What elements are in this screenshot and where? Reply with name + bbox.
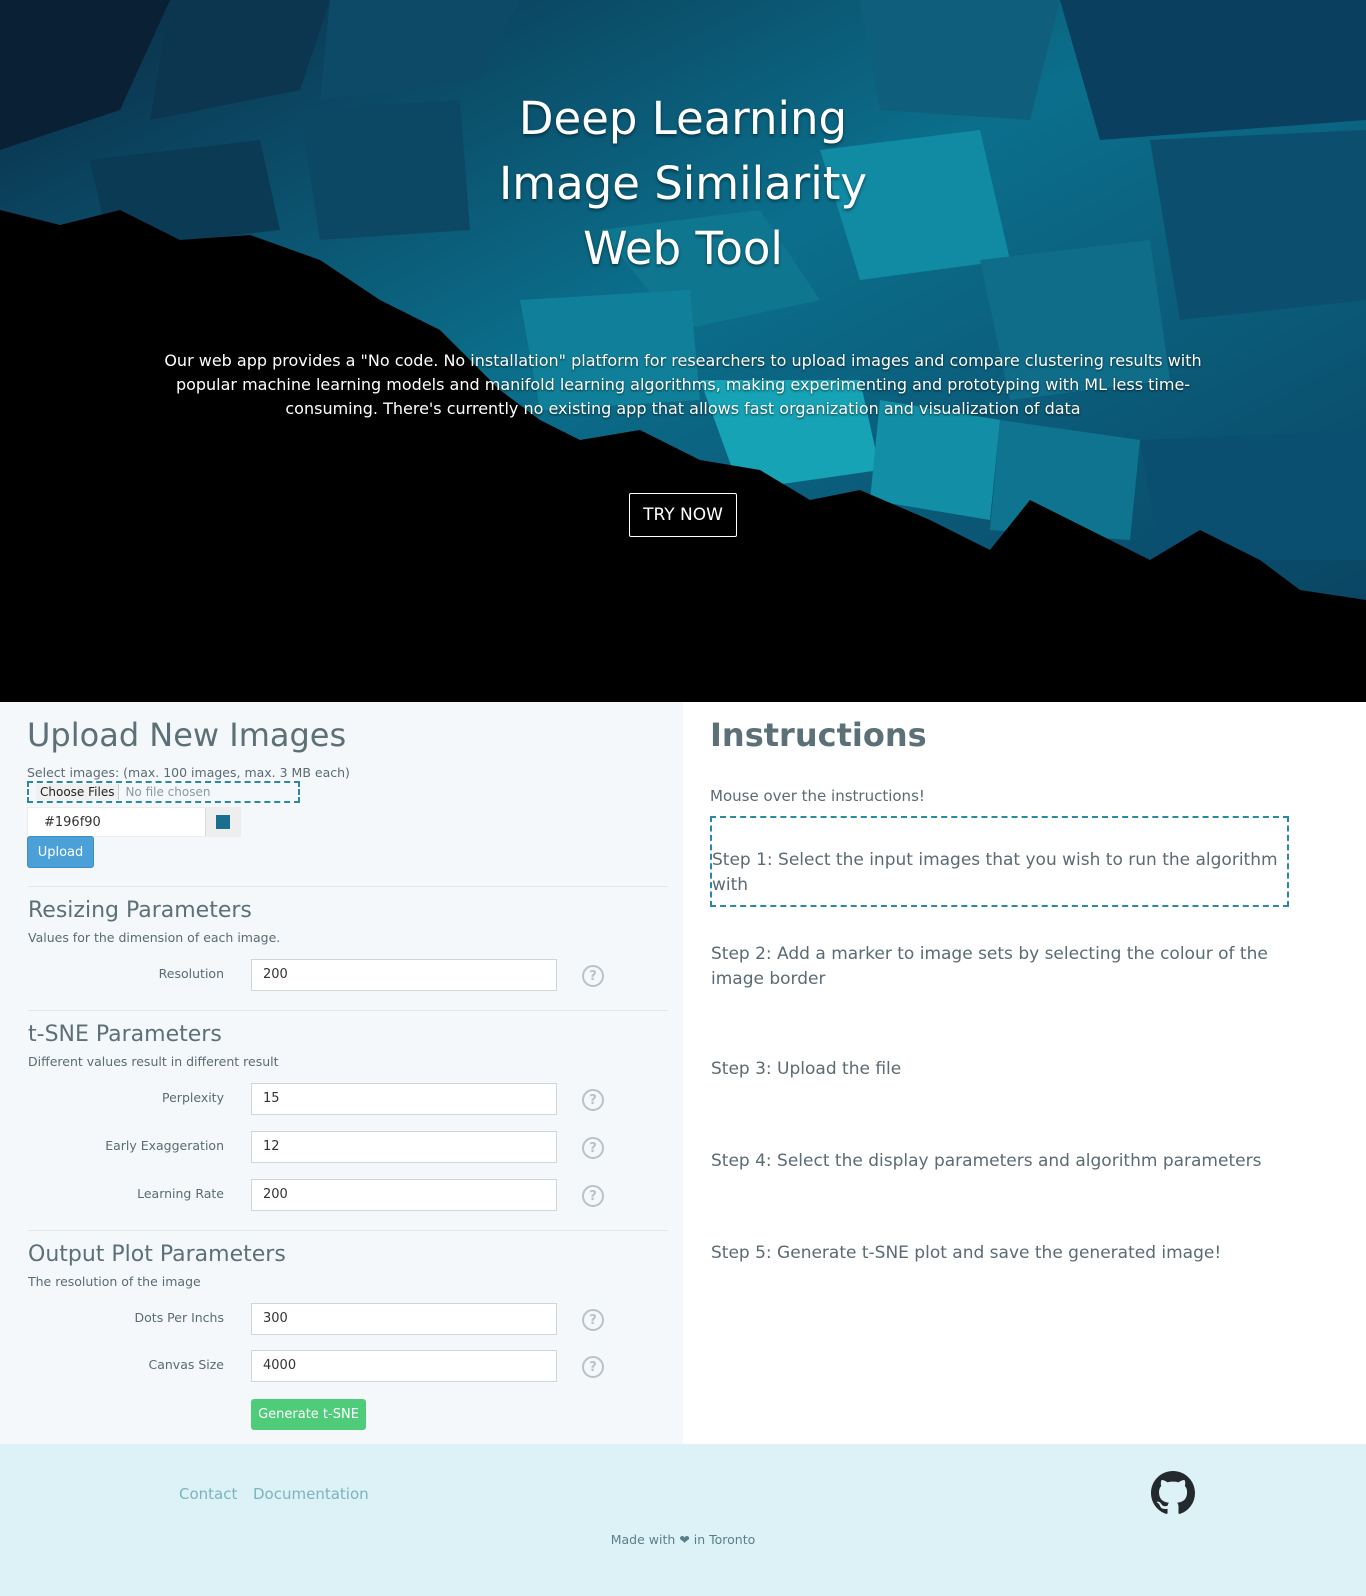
early-exaggeration-label: Early Exaggeration <box>105 1138 224 1153</box>
help-icon[interactable]: ? <box>582 1185 604 1207</box>
select-images-label: Select images: (max. 100 images, max. 3 … <box>27 765 350 780</box>
early-exaggeration-input[interactable]: 12 <box>251 1131 557 1163</box>
contact-link[interactable]: Contact <box>179 1485 237 1503</box>
dpi-input[interactable]: 300 <box>251 1303 557 1335</box>
hero-section: Deep Learning Image Similarity Web Tool … <box>0 0 1366 702</box>
learning-rate-label: Learning Rate <box>137 1186 224 1201</box>
file-input[interactable]: Choose Files No file chosen <box>27 781 300 803</box>
color-swatch <box>216 815 231 829</box>
hero-title: Deep Learning Image Similarity Web Tool <box>0 86 1366 281</box>
divider <box>28 1230 668 1231</box>
color-picker-field[interactable]: #196f90 <box>27 807 241 837</box>
hero-title-line2: Image Similarity <box>499 157 867 210</box>
instruction-step-5[interactable]: Step 5: Generate t-SNE plot and save the… <box>711 1241 1301 1266</box>
help-icon[interactable]: ? <box>582 1089 604 1111</box>
hero-description: Our web app provides a "No code. No inst… <box>164 351 1202 418</box>
instruction-step-2[interactable]: Step 2: Add a marker to image sets by se… <box>711 942 1301 992</box>
color-swatch-button[interactable] <box>205 808 240 836</box>
learning-rate-input[interactable]: 200 <box>251 1179 557 1211</box>
documentation-link[interactable]: Documentation <box>253 1485 369 1503</box>
instructions-heading: Instructions <box>710 716 927 754</box>
help-icon[interactable]: ? <box>582 965 604 987</box>
choose-files-button[interactable]: Choose Files <box>36 784 120 800</box>
generate-tsne-button[interactable]: Generate t-SNE <box>251 1399 366 1430</box>
made-prefix: Made with <box>610 1532 676 1547</box>
output-title: Output Plot Parameters <box>28 1242 286 1267</box>
canvas-size-label: Canvas Size <box>148 1357 224 1372</box>
try-now-button[interactable]: TRY NOW <box>629 493 737 537</box>
tsne-title: t-SNE Parameters <box>28 1022 222 1047</box>
canvas-size-input[interactable]: 4000 <box>251 1350 557 1382</box>
hero-title-line1: Deep Learning <box>518 92 848 145</box>
color-value-input[interactable]: #196f90 <box>28 815 205 830</box>
early-exaggeration-row: Early Exaggeration 12 ? <box>0 1131 683 1163</box>
made-with-text: Made with ❤ in Toronto <box>0 1532 1366 1547</box>
file-status-text: No file chosen <box>125 785 211 799</box>
perplexity-label: Perplexity <box>162 1090 224 1105</box>
upload-button[interactable]: Upload <box>27 836 94 868</box>
heart-icon: ❤ <box>679 1532 690 1547</box>
instruction-step-1[interactable]: Step 1: Select the input images that you… <box>710 816 1289 907</box>
dpi-row: Dots Per Inchs 300 ? <box>0 1303 683 1335</box>
help-icon[interactable]: ? <box>582 1309 604 1331</box>
resolution-input[interactable]: 200 <box>251 959 557 991</box>
resizing-subtitle: Values for the dimension of each image. <box>28 930 281 945</box>
instructions-hint: Mouse over the instructions! <box>710 787 925 805</box>
upload-heading: Upload New Images <box>27 716 347 754</box>
hero-title-line3: Web Tool <box>583 222 783 275</box>
tsne-subtitle: Different values result in different res… <box>28 1054 279 1069</box>
instructions-panel: Instructions Mouse over the instructions… <box>683 702 1366 1444</box>
github-icon[interactable] <box>1151 1471 1195 1515</box>
divider <box>28 1010 668 1011</box>
made-suffix: in Toronto <box>693 1532 756 1547</box>
perplexity-input[interactable]: 15 <box>251 1083 557 1115</box>
instruction-step-4[interactable]: Step 4: Select the display parameters an… <box>711 1149 1301 1174</box>
resizing-title: Resizing Parameters <box>28 898 252 923</box>
dpi-label: Dots Per Inchs <box>134 1310 224 1325</box>
canvas-size-row: Canvas Size 4000 ? <box>0 1350 683 1382</box>
resolution-row: Resolution 200 ? <box>0 959 683 991</box>
learning-rate-row: Learning Rate 200 ? <box>0 1179 683 1211</box>
divider <box>28 886 668 887</box>
resolution-label: Resolution <box>158 966 224 981</box>
perplexity-row: Perplexity 15 ? <box>0 1083 683 1115</box>
help-icon[interactable]: ? <box>582 1137 604 1159</box>
help-icon[interactable]: ? <box>582 1356 604 1378</box>
footer: Contact Documentation Made with ❤ in Tor… <box>0 1444 1366 1596</box>
output-subtitle: The resolution of the image <box>28 1274 201 1289</box>
instruction-step-3[interactable]: Step 3: Upload the file <box>711 1057 1301 1082</box>
upload-panel: Upload New Images Select images: (max. 1… <box>0 702 683 1444</box>
